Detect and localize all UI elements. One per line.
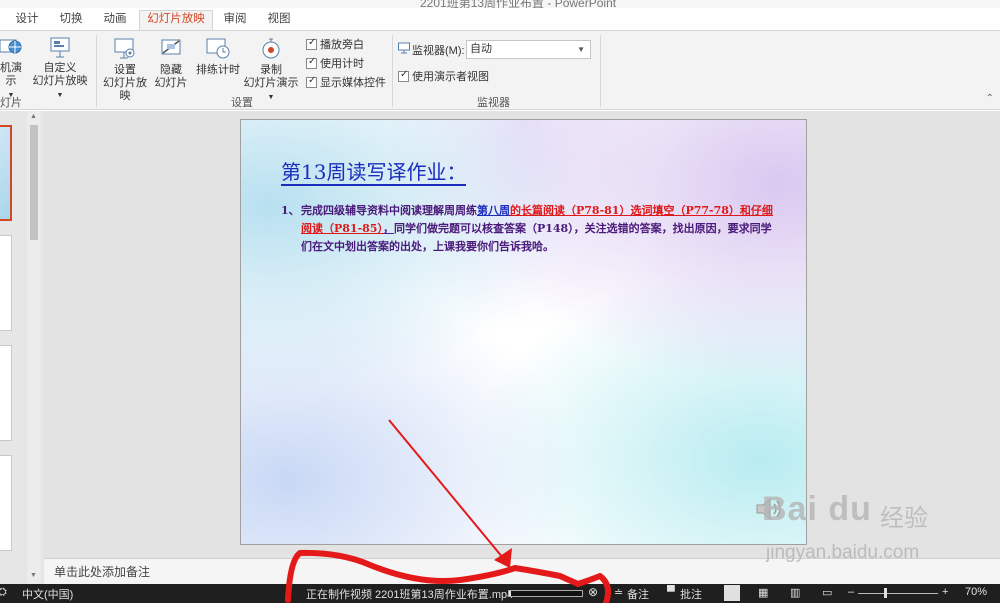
tab-animations[interactable]: 动画 [102, 11, 128, 30]
slide-thumbnail[interactable] [0, 455, 12, 551]
chevron-down-icon: ▼ [56, 92, 64, 99]
status-bar: ⛭ 中文(中国) 正在制作视频 2201班第13周作业布置.mp4 ⊗ ≐ 备注… [0, 584, 1000, 603]
custom-slideshow-icon [50, 37, 70, 58]
presenter-view-checkbox[interactable]: 使用演示者视图 [398, 68, 489, 84]
chevron-down-icon: ▼ [577, 45, 585, 54]
hide-slide-button[interactable]: 隐藏 幻灯片 [152, 37, 190, 90]
show-media-controls-label: 显示媒体控件 [320, 77, 386, 89]
window-title: 2201班第13周作业布置 - PowerPoint [420, 0, 617, 8]
rehearse-label: 排练计时 [196, 64, 240, 76]
online-present-label: 机演示 [0, 62, 22, 87]
notes-placeholder: 单击此处添加备注 [54, 565, 151, 579]
comments-icon[interactable]: ▀ [667, 586, 675, 598]
body-text-comma: ， [382, 222, 394, 235]
ribbon-divider [600, 35, 601, 107]
body-text-reading: 的长篇阅读（P78-81）选词填空（P77-78） [510, 204, 740, 217]
use-timings-label: 使用计时 [320, 58, 364, 70]
notes-toggle-icon[interactable]: ≐ [614, 586, 623, 599]
zoom-in-icon[interactable]: + [942, 586, 948, 598]
hide-slide-label-2: 幻灯片 [154, 77, 188, 89]
progress-fill [509, 591, 512, 596]
watermark-logo: Bai du [762, 490, 872, 528]
scrollbar-thumb[interactable] [30, 125, 38, 240]
rehearse-timings-button[interactable]: 排练计时 [194, 37, 242, 77]
reading-view-icon[interactable]: ▥ [790, 586, 800, 599]
ribbon: 机演示 ▼ 自定义 幻灯片放映 ▼ 灯片 设置 幻灯片放映 隐藏 幻灯片 排练计… [0, 30, 1000, 110]
normal-view-icon[interactable] [724, 585, 740, 601]
collapse-ribbon-icon[interactable]: ⌃ [986, 93, 994, 104]
list-number: 1、 [281, 204, 300, 217]
zoom-level[interactable]: 70% [965, 586, 987, 598]
record-icon [262, 38, 280, 59]
slide-canvas[interactable]: 第13周读写译作业： 1、 完成四级辅导资料中阅读理解周周练第八周的长篇阅读（P… [240, 119, 807, 545]
scroll-up-icon[interactable]: ▲ [30, 113, 37, 120]
title-bar: 2201班第13周作业布置 - PowerPoint [0, 0, 1000, 8]
cancel-export-icon[interactable]: ⊗ [588, 585, 598, 599]
slide-body-text[interactable]: 1、 完成四级辅导资料中阅读理解周周练第八周的长篇阅读（P78-81）选词填空（… [281, 202, 781, 256]
custom-show-label-2: 幻灯片放映 [32, 75, 88, 87]
baidu-watermark: Bai du 经验 jingyan.baidu.com [752, 490, 962, 580]
checkbox-checked-icon [306, 75, 317, 88]
language-status[interactable]: 中文(中国) [22, 586, 73, 602]
slide-title[interactable]: 第13周读写译作业： [281, 160, 467, 186]
show-media-controls-checkbox[interactable]: 显示媒体控件 [306, 74, 386, 90]
hide-slide-label-1: 隐藏 [160, 64, 182, 76]
scroll-down-icon[interactable]: ▼ [30, 572, 37, 579]
tab-design[interactable]: 设计 [14, 11, 40, 30]
checkbox-checked-icon [306, 56, 317, 69]
play-narrations-label: 播放旁白 [320, 39, 364, 51]
tab-view[interactable]: 视图 [266, 11, 292, 30]
play-narrations-checkbox[interactable]: 播放旁白 [306, 36, 364, 52]
watermark-cn: 经验 [880, 505, 928, 532]
checkbox-checked-icon [306, 37, 317, 50]
online-present-button[interactable]: 机演示 ▼ [0, 37, 26, 102]
slideshow-view-icon[interactable]: ▭ [822, 586, 832, 599]
setup-show-label-1: 设置 [114, 64, 136, 76]
presenter-view-label: 使用演示者视图 [412, 71, 489, 83]
export-progress-bar [508, 590, 583, 597]
body-text-week: 第八周 [477, 204, 510, 217]
video-export-status: 正在制作视频 2201班第13周作业布置.mp4 [306, 589, 514, 601]
slide-sorter-icon[interactable]: ▦ [758, 586, 768, 599]
ribbon-divider [392, 35, 393, 107]
zoom-out-icon[interactable]: – [848, 586, 854, 598]
body-text-1: 完成四级辅导资料中阅读理解周周练 [301, 204, 477, 217]
monitor-select[interactable]: 自动 ▼ [466, 40, 591, 59]
slide-thumbnail[interactable] [0, 235, 12, 331]
slide-thumbnail-selected[interactable] [0, 125, 12, 221]
setup-show-label-2: 幻灯片放映 [103, 77, 147, 102]
comments-button[interactable]: 批注 [680, 586, 702, 602]
custom-show-label-1: 自定义 [43, 62, 77, 74]
setup-slideshow-icon [114, 38, 135, 59]
globe-icon [0, 39, 22, 54]
notes-toggle-button[interactable]: 备注 [627, 586, 649, 602]
setup-show-button[interactable]: 设置 幻灯片放映 [98, 37, 152, 103]
tab-review[interactable]: 审阅 [222, 11, 248, 30]
monitor-group-label: 监视器 [477, 97, 510, 109]
rehearse-timer-icon [206, 38, 230, 59]
thumbnail-scrollbar[interactable]: ▲ ▼ [27, 111, 41, 584]
watermark-url: jingyan.baidu.com [766, 542, 920, 563]
monitor-select-value: 自动 [470, 43, 492, 55]
group-label-start: 灯片 [0, 97, 22, 109]
ribbon-divider [96, 35, 97, 107]
monitor-label: 监视器(M): [412, 45, 465, 57]
ribbon-tabs: 设计 切换 动画 幻灯片放映 审阅 视图 [0, 8, 1000, 31]
setup-group-label: 设置 [231, 97, 253, 109]
zoom-slider-thumb[interactable] [884, 588, 887, 598]
record-label-2: 幻灯片演示 [243, 77, 299, 89]
tab-transitions[interactable]: 切换 [58, 11, 84, 30]
hide-slide-icon [161, 39, 181, 55]
monitor-icon [398, 42, 410, 54]
custom-show-button[interactable]: 自定义 幻灯片放映 ▼ [30, 37, 90, 102]
slide-thumbnail[interactable] [0, 345, 12, 441]
zoom-slider[interactable] [858, 593, 938, 594]
use-timings-checkbox[interactable]: 使用计时 [306, 55, 364, 71]
spellcheck-icon[interactable]: ⛭ [0, 586, 7, 599]
checkbox-checked-icon [398, 69, 409, 82]
tab-slideshow[interactable]: 幻灯片放映 [139, 10, 213, 31]
chevron-down-icon: ▼ [267, 94, 275, 101]
record-label-1: 录制 [260, 64, 282, 76]
